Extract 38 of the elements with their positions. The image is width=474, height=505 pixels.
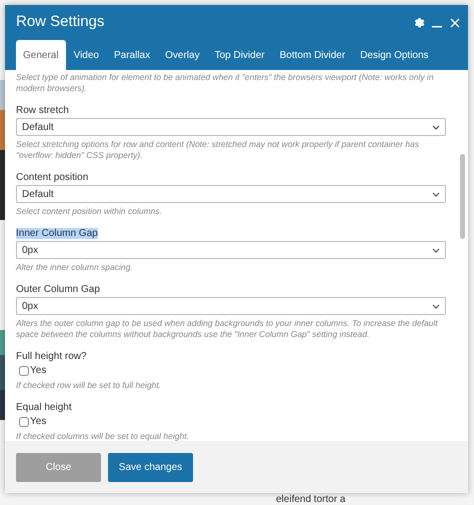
- close-icon[interactable]: [450, 18, 460, 28]
- tab[interactable]: Design Options: [353, 40, 436, 70]
- help-text: Select stretching options for row and content (Note: stretched may not work properly if parent container has "overflow: hidden" CSS property).: [16, 139, 420, 161]
- chevron-down-icon: [432, 304, 440, 308]
- field-label: Row stretch: [16, 105, 69, 116]
- field-label: Outer Column Gap: [16, 284, 100, 295]
- page-text: eleifend tortor a: [276, 494, 346, 505]
- checkbox[interactable]: [19, 416, 29, 426]
- tab[interactable]: Overlay: [158, 40, 207, 70]
- tab[interactable]: Video: [66, 40, 106, 70]
- chevron-down-icon: [432, 192, 440, 196]
- help-text: If checked row will be set to full height.: [16, 380, 162, 391]
- checkbox-label: Yes: [30, 415, 46, 428]
- help-text: Select type of animation for element to be animated when it "enters" the browsers viewport (Note: works only in modern browsers).: [16, 72, 435, 94]
- chevron-down-icon: [432, 248, 440, 252]
- field-label: Equal height: [16, 402, 72, 413]
- field-label: Full height row?: [16, 351, 87, 362]
- help-text: Select content position within columns.: [16, 206, 163, 217]
- dialog-title: Row Settings: [16, 12, 106, 32]
- tab[interactable]: General: [16, 40, 66, 70]
- select-field[interactable]: 0px: [16, 241, 446, 259]
- checkbox[interactable]: [19, 366, 29, 376]
- tab[interactable]: Parallax: [106, 40, 158, 70]
- field-label: Inner Column Gap: [16, 228, 98, 239]
- select-field[interactable]: Default: [16, 118, 446, 136]
- select-field[interactable]: 0px: [16, 297, 446, 315]
- tab[interactable]: Top Divider: [208, 40, 272, 70]
- field-label: Content position: [16, 172, 88, 183]
- tab[interactable]: Bottom Divider: [272, 40, 352, 70]
- help-text: If checked columns will be set to equal height.: [16, 431, 190, 441]
- select-field[interactable]: Default: [16, 185, 446, 203]
- help-text: Alter the inner column spacing.: [16, 262, 134, 273]
- scrollbar-thumb[interactable]: [460, 154, 465, 239]
- dialog-button[interactable]: Save changes: [108, 452, 193, 482]
- help-text: Alters the outer column gap to be used when adding backgrounds to your inner columns. To increase the default space between the columns without backgrounds use the "Inner Column Gap" setting instead.: [16, 318, 439, 340]
- checkbox-label: Yes: [30, 364, 46, 377]
- chevron-down-icon: [432, 124, 440, 130]
- settings-icon[interactable]: [413, 16, 426, 29]
